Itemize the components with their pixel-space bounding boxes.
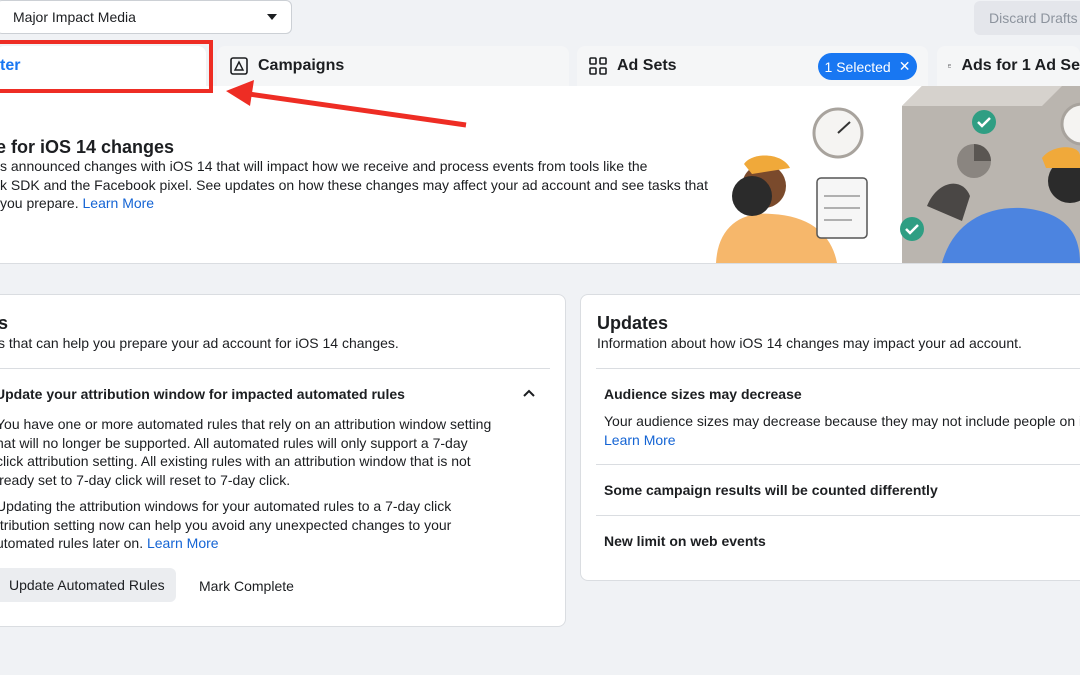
divider	[596, 368, 1080, 369]
chevron-up-icon[interactable]	[522, 388, 536, 398]
tab-ads[interactable]: Ads for 1 Ad Se	[937, 46, 1080, 86]
task-text-line: Updating the attribution windows for you…	[0, 498, 452, 514]
task-text-line: You have one or more automated rules tha…	[0, 416, 492, 432]
task-text-line-text: utomated rules later on.	[0, 535, 147, 551]
task-text-line: hat will no longer be supported. All aut…	[0, 434, 468, 451]
selection-pill[interactable]: 1 Selected ✕	[818, 53, 917, 80]
divider	[596, 464, 1080, 465]
campaigns-icon	[230, 57, 248, 75]
ads-window-icon	[948, 64, 952, 68]
task-paragraph-1: You have one or more automated rules tha…	[0, 415, 556, 489]
banner-title: e for iOS 14 changes	[0, 137, 175, 157]
ad-sets-grid-icon	[589, 57, 607, 75]
tasks-title: s	[0, 313, 9, 333]
banner-line: you prepare. Learn More	[0, 194, 700, 213]
discard-drafts-button[interactable]: Discard Drafts	[974, 1, 1080, 35]
account-name: Major Impact Media	[13, 9, 136, 25]
tab-label: Ad Sets	[617, 57, 677, 74]
annotation-arrow-icon	[226, 80, 467, 128]
task-text-line: click attribution setting. All existing …	[0, 453, 471, 469]
updates-subtitle: Information about how iOS 14 changes may…	[597, 335, 1022, 351]
update-item-text: Your audience sizes may decrease because…	[604, 412, 1080, 449]
mark-complete-button[interactable]: Mark Complete	[199, 578, 294, 594]
tasks-subtitle: s that can help you prepare your ad acco…	[0, 335, 399, 351]
highlight-annotation	[0, 40, 213, 93]
banner-description: s announced changes with iOS 14 that wil…	[0, 157, 708, 213]
clear-selection-icon[interactable]: ✕	[899, 58, 911, 75]
update-text-line: Your audience sizes may decrease because…	[604, 413, 1080, 429]
divider	[596, 515, 1080, 516]
banner-line: k SDK and the Facebook pixel. See update…	[0, 176, 708, 193]
task-paragraph-2: Updating the attribution windows for you…	[0, 497, 556, 553]
caret-down-icon	[267, 14, 277, 20]
tab-label: Ads for 1 Ad Se	[961, 57, 1080, 74]
divider	[0, 368, 550, 369]
tab-label: Campaigns	[258, 57, 345, 74]
task-text-line: ttribution setting now can help you avoi…	[0, 516, 452, 533]
banner-learn-more-link[interactable]: Learn More	[83, 195, 155, 211]
task-learn-more-link[interactable]: Learn More	[147, 535, 219, 551]
update-item-title[interactable]: Audience sizes may decrease	[604, 386, 802, 402]
updates-title: Updates	[597, 313, 669, 333]
ios14-illustration	[716, 86, 1080, 263]
update-item-title[interactable]: New limit on web events	[604, 533, 766, 549]
update-automated-rules-button[interactable]: Update Automated Rules	[0, 568, 176, 602]
update-learn-more-link[interactable]: Learn More	[604, 431, 1080, 450]
banner-line: s announced changes with iOS 14 that wil…	[0, 158, 648, 174]
task-item-title[interactable]: Update your attribution window for impac…	[0, 386, 405, 402]
selection-count: 1 Selected	[824, 58, 891, 75]
account-selector[interactable]: Major Impact Media	[0, 0, 292, 34]
task-text-line: lready set to 7-day click will reset to …	[0, 471, 291, 488]
task-text-line: utomated rules later on. Learn More	[0, 534, 556, 553]
update-item-title[interactable]: Some campaign results will be counted di…	[604, 482, 938, 498]
banner-line-text: you prepare.	[0, 195, 83, 211]
